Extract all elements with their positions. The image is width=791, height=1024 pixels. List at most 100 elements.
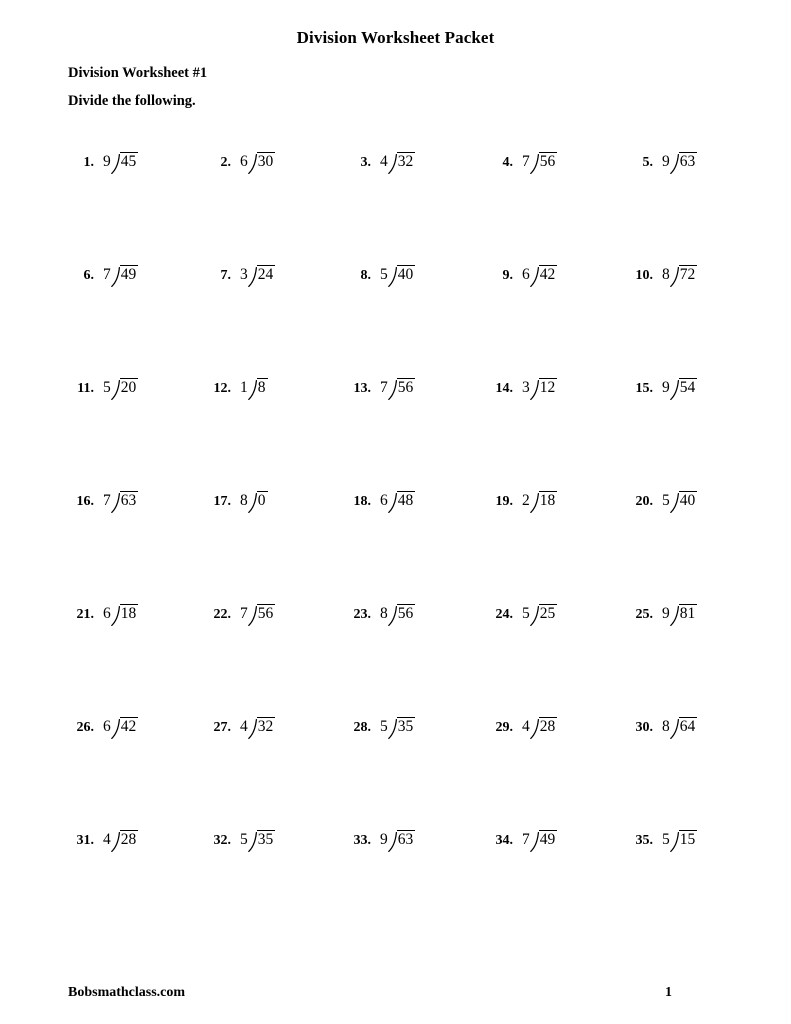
division-bracket-curve-icon bbox=[529, 718, 539, 740]
long-division-expression: 6 30 bbox=[240, 152, 276, 175]
division-bracket-curve-icon bbox=[110, 831, 120, 853]
dividend: 49 bbox=[119, 265, 139, 283]
long-division-expression: 5 20 bbox=[103, 378, 139, 401]
problem-number: 17. bbox=[213, 494, 232, 509]
worksheet-page: Division Worksheet Packet Division Works… bbox=[0, 0, 791, 1024]
division-problem: 23. 8 56 bbox=[345, 604, 416, 627]
long-division-expression: 7 49 bbox=[522, 830, 558, 853]
dividend: 42 bbox=[119, 717, 139, 735]
problem-number: 15. bbox=[635, 381, 654, 396]
division-bracket-icon: 18 bbox=[529, 491, 558, 514]
division-bracket-curve-icon bbox=[387, 153, 397, 175]
long-division-expression: 5 40 bbox=[380, 265, 416, 288]
problem-number: 4. bbox=[502, 155, 514, 170]
divisor: 3 bbox=[240, 266, 248, 283]
division-bracket-icon: 42 bbox=[529, 265, 558, 288]
divisor: 5 bbox=[240, 831, 248, 848]
division-bracket-icon: 49 bbox=[529, 830, 558, 853]
division-bracket-icon: 49 bbox=[110, 265, 139, 288]
division-bracket-curve-icon bbox=[529, 153, 539, 175]
divisor: 9 bbox=[662, 379, 670, 396]
division-bracket-icon: 8 bbox=[247, 378, 268, 401]
dividend: 56 bbox=[396, 378, 416, 396]
division-bracket-icon: 20 bbox=[110, 378, 139, 401]
division-bracket-curve-icon bbox=[529, 266, 539, 288]
dividend: 63 bbox=[396, 830, 416, 848]
division-bracket-curve-icon bbox=[247, 379, 257, 401]
problem-number: 19. bbox=[495, 494, 514, 509]
long-division-expression: 7 49 bbox=[103, 265, 139, 288]
long-division-expression: 9 81 bbox=[662, 604, 698, 627]
long-division-expression: 80 bbox=[240, 491, 268, 514]
divisor: 8 bbox=[662, 266, 670, 283]
division-bracket-icon: 40 bbox=[669, 491, 698, 514]
divisor: 4 bbox=[103, 831, 111, 848]
division-bracket-curve-icon bbox=[110, 379, 120, 401]
footer-page-number: 1 bbox=[665, 985, 672, 1000]
divisor: 9 bbox=[380, 831, 388, 848]
long-division-expression: 2 18 bbox=[522, 491, 558, 514]
dividend: 40 bbox=[678, 491, 698, 509]
problem-number: 16. bbox=[76, 494, 95, 509]
problem-number: 6. bbox=[83, 268, 95, 283]
divisor: 8 bbox=[240, 492, 248, 509]
long-division-expression: 7 56 bbox=[522, 152, 558, 175]
divisor: 4 bbox=[240, 718, 248, 735]
division-bracket-icon: 45 bbox=[110, 152, 139, 175]
long-division-expression: 9 45 bbox=[103, 152, 139, 175]
division-bracket-curve-icon bbox=[110, 718, 120, 740]
problem-number: 31. bbox=[76, 833, 95, 848]
division-problem: 21. 6 18 bbox=[68, 604, 139, 627]
division-bracket-icon: 18 bbox=[110, 604, 139, 627]
division-bracket-curve-icon bbox=[110, 605, 120, 627]
dividend: 15 bbox=[678, 830, 698, 848]
problem-number: 14. bbox=[495, 381, 514, 396]
division-bracket-curve-icon bbox=[247, 153, 257, 175]
division-bracket-icon: 32 bbox=[247, 717, 276, 740]
dividend: 28 bbox=[119, 830, 139, 848]
division-problem: 13. 7 56 bbox=[345, 378, 416, 401]
dividend: 32 bbox=[396, 152, 416, 170]
division-bracket-icon: 63 bbox=[110, 491, 139, 514]
divisor: 6 bbox=[103, 605, 111, 622]
division-bracket-curve-icon bbox=[110, 492, 120, 514]
division-bracket-icon: 64 bbox=[669, 717, 698, 740]
division-bracket-icon: 25 bbox=[529, 604, 558, 627]
division-problem: 28. 5 35 bbox=[345, 717, 416, 740]
division-problem: 17. 8 0 bbox=[205, 491, 268, 514]
division-problem: 25. 9 81 bbox=[627, 604, 698, 627]
divisor: 9 bbox=[662, 605, 670, 622]
dividend: 49 bbox=[538, 830, 558, 848]
division-bracket-icon: 72 bbox=[669, 265, 698, 288]
divisor: 5 bbox=[662, 831, 670, 848]
division-bracket-icon: 56 bbox=[247, 604, 276, 627]
long-division-expression: 6 18 bbox=[103, 604, 139, 627]
dividend: 12 bbox=[538, 378, 558, 396]
division-bracket-curve-icon bbox=[387, 831, 397, 853]
long-division-expression: 3 24 bbox=[240, 265, 276, 288]
divisor: 5 bbox=[380, 718, 388, 735]
dividend: 56 bbox=[538, 152, 558, 170]
divisor: 5 bbox=[662, 492, 670, 509]
long-division-expression: 6 42 bbox=[103, 717, 139, 740]
division-bracket-icon: 54 bbox=[669, 378, 698, 401]
dividend: 56 bbox=[256, 604, 276, 622]
long-division-expression: 9 63 bbox=[380, 830, 416, 853]
division-problem: 20. 5 40 bbox=[627, 491, 698, 514]
division-problem: 5. 9 63 bbox=[627, 152, 698, 175]
long-division-expression: 8 56 bbox=[380, 604, 416, 627]
division-problem: 10. 8 72 bbox=[627, 265, 698, 288]
divisor: 6 bbox=[380, 492, 388, 509]
division-problem: 29. 4 28 bbox=[487, 717, 558, 740]
long-division-expression: 5 35 bbox=[380, 717, 416, 740]
dividend: 25 bbox=[538, 604, 558, 622]
division-bracket-icon: 15 bbox=[669, 830, 698, 853]
dividend: 35 bbox=[256, 830, 276, 848]
dividend: 32 bbox=[256, 717, 276, 735]
division-problem: 2. 6 30 bbox=[205, 152, 276, 175]
problem-number: 22. bbox=[213, 607, 232, 622]
problem-row: 21. 6 18 22. 7 56 23. 8 56 24. 5 25 25. 9 81 bbox=[0, 604, 791, 717]
divisor: 9 bbox=[662, 153, 670, 170]
dividend: 24 bbox=[256, 265, 276, 283]
division-problem: 18. 6 48 bbox=[345, 491, 416, 514]
